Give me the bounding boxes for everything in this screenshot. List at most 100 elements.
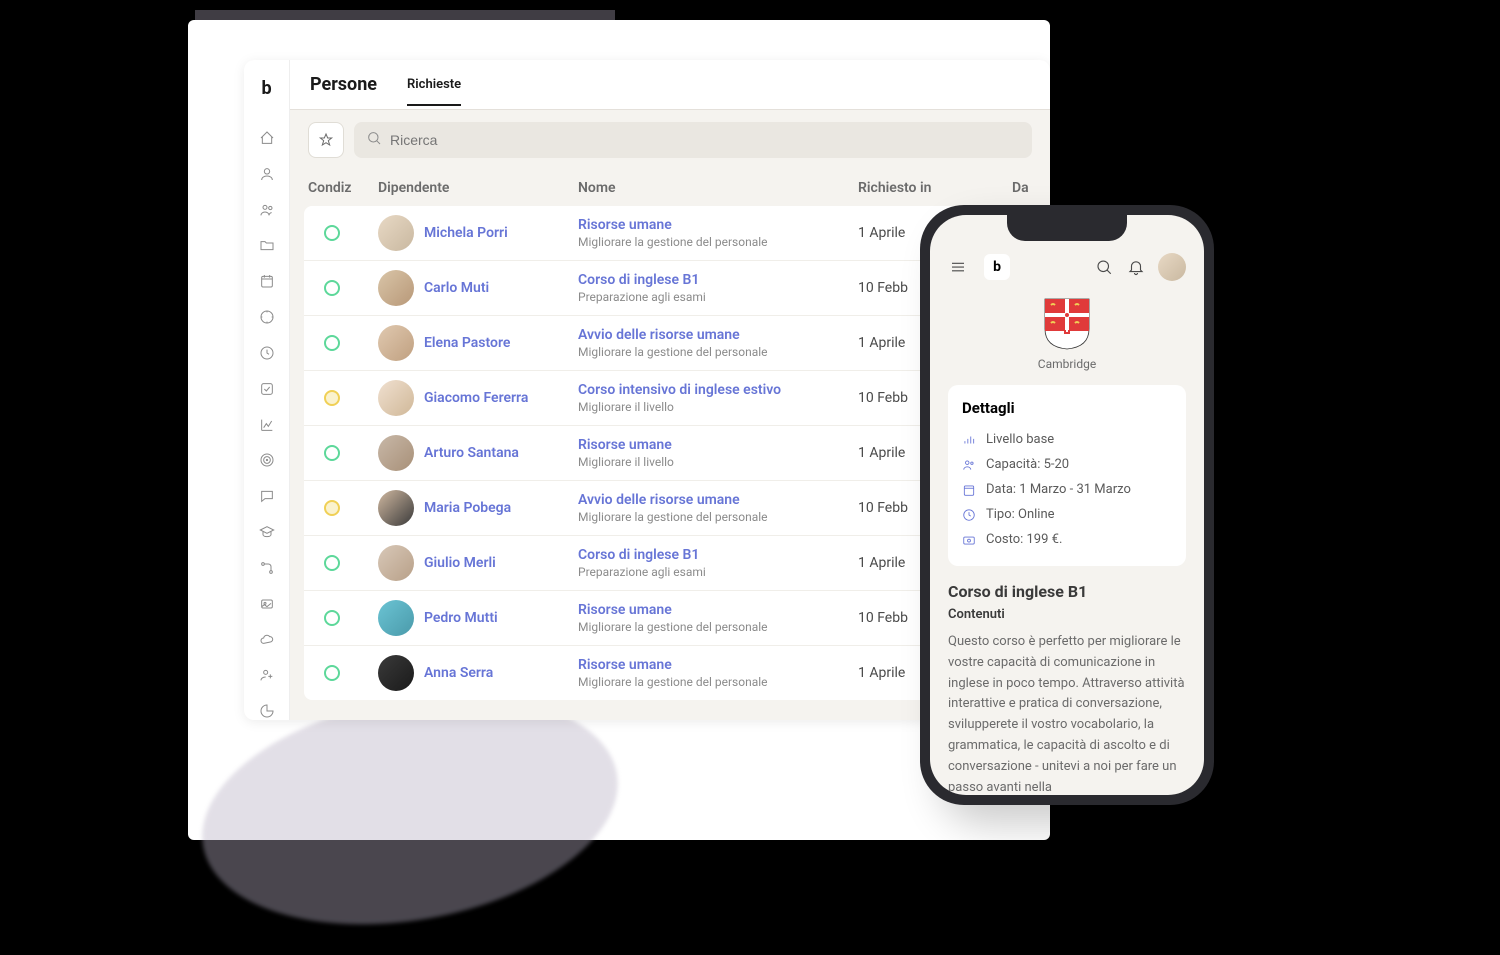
detail-type-text: Tipo: Online (986, 507, 1055, 522)
level-icon (962, 433, 976, 447)
col-header-nome: Nome (578, 180, 858, 196)
course-link[interactable]: Avvio delle risorse umane (578, 327, 858, 343)
course-link[interactable]: Corso di inglese B1 (578, 547, 858, 563)
employee-name[interactable]: Arturo Santana (424, 445, 519, 461)
employee-name[interactable]: Michela Porri (424, 225, 508, 241)
flow-icon[interactable] (258, 559, 276, 577)
money-icon (962, 533, 976, 547)
avatar (378, 325, 414, 361)
clock-icon[interactable] (258, 344, 276, 362)
chart-icon[interactable] (258, 416, 276, 434)
toolbar (290, 110, 1050, 170)
menu-icon[interactable] (948, 257, 968, 277)
col-header-da: Da (1012, 180, 1032, 196)
target-icon[interactable] (258, 451, 276, 469)
person-icon[interactable] (258, 165, 276, 183)
image-icon[interactable] (258, 595, 276, 613)
tab-richieste[interactable]: Richieste (407, 77, 461, 106)
search-box[interactable] (354, 122, 1032, 158)
crest-shield (1043, 297, 1091, 351)
avatar (378, 380, 414, 416)
employee-name[interactable]: Giulio Merli (424, 555, 496, 571)
bell-icon[interactable] (1126, 257, 1146, 277)
grad-icon[interactable] (258, 523, 276, 541)
avatar (378, 215, 414, 251)
details-card: Dettagli Livello base Capacità: 5-20 Dat… (948, 385, 1186, 566)
calendar-icon[interactable] (258, 272, 276, 290)
clock-icon (962, 508, 976, 522)
col-header-richiesto: Richiesto in (858, 180, 1012, 196)
people-icon[interactable] (258, 201, 276, 219)
phone-header: b (948, 253, 1186, 281)
institution-crest: Cambridge (948, 297, 1186, 371)
avatar (378, 270, 414, 306)
avatar (378, 655, 414, 691)
course-subtitle: Migliorare la gestione del personale (578, 345, 858, 359)
detail-capacity: Capacità: 5-20 (962, 452, 1172, 477)
phone-mockup: b (920, 205, 1214, 805)
phone-screen: b (930, 215, 1204, 795)
status-indicator (324, 390, 340, 406)
detail-date: Data: 1 Marzo - 31 Marzo (962, 477, 1172, 502)
course-subtitle: Preparazione agli esami (578, 565, 858, 579)
course-link[interactable]: Risorse umane (578, 657, 858, 673)
pie-icon[interactable] (258, 702, 276, 720)
status-indicator (324, 335, 340, 351)
phone-content: b (930, 215, 1204, 795)
user-add-icon[interactable] (258, 666, 276, 684)
status-indicator (324, 610, 340, 626)
course-title: Corso di inglese B1 (948, 582, 1186, 601)
status-indicator (324, 280, 340, 296)
search-icon (366, 130, 382, 150)
employee-name[interactable]: Elena Pastore (424, 335, 510, 351)
avatar (378, 435, 414, 471)
status-indicator (324, 225, 340, 241)
course-subtitle: Migliorare il livello (578, 455, 858, 469)
employee-name[interactable]: Maria Pobega (424, 500, 511, 516)
chat-icon[interactable] (258, 487, 276, 505)
employee-name[interactable]: Giacomo Fererra (424, 390, 528, 406)
avatar[interactable] (1158, 253, 1186, 281)
detail-level: Livello base (962, 427, 1172, 452)
detail-cost-text: Costo: 199 €. (986, 532, 1062, 547)
detail-level-text: Livello base (986, 432, 1054, 447)
col-header-dipendente: Dipendente (378, 180, 578, 196)
folder-icon[interactable] (258, 236, 276, 254)
detail-type: Tipo: Online (962, 502, 1172, 527)
course-subtitle: Migliorare la gestione del personale (578, 235, 858, 249)
course-link[interactable]: Risorse umane (578, 437, 858, 453)
compass-icon[interactable] (258, 308, 276, 326)
employee-name[interactable]: Pedro Mutti (424, 610, 498, 626)
phone-notch (1007, 215, 1127, 241)
course-description: Questo corso è perfetto per migliorare l… (948, 632, 1186, 795)
app-logo: b (261, 78, 271, 99)
avatar (378, 600, 414, 636)
calendar-icon (962, 483, 976, 497)
course-link[interactable]: Risorse umane (578, 602, 858, 618)
course-link[interactable]: Corso intensivo di inglese estivo (578, 382, 858, 398)
course-link[interactable]: Corso di inglese B1 (578, 272, 858, 288)
page-title: Persone (310, 74, 377, 109)
employee-name[interactable]: Carlo Muti (424, 280, 489, 296)
check-icon[interactable] (258, 380, 276, 398)
cloud-icon[interactable] (258, 631, 276, 649)
details-title: Dettagli (962, 399, 1172, 417)
favorite-button[interactable] (308, 122, 344, 158)
people-icon (962, 458, 976, 472)
course-subtitle: Migliorare il livello (578, 400, 858, 414)
top-header: Persone Richieste (290, 60, 1050, 110)
search-input[interactable] (390, 132, 1020, 148)
home-icon[interactable] (258, 129, 276, 147)
course-link[interactable]: Risorse umane (578, 217, 858, 233)
course-subtitle: Migliorare la gestione del personale (578, 620, 858, 634)
course-subtitle: Migliorare la gestione del personale (578, 675, 858, 689)
status-indicator (324, 445, 340, 461)
detail-date-text: Data: 1 Marzo - 31 Marzo (986, 482, 1131, 497)
phone-search-icon[interactable] (1094, 257, 1114, 277)
employee-name[interactable]: Anna Serra (424, 665, 493, 681)
detail-cost: Costo: 199 €. (962, 527, 1172, 552)
avatar (378, 490, 414, 526)
table-header: Condiz Dipendente Nome Richiesto in Da (290, 170, 1050, 206)
course-subtitle: Migliorare la gestione del personale (578, 510, 858, 524)
course-link[interactable]: Avvio delle risorse umane (578, 492, 858, 508)
